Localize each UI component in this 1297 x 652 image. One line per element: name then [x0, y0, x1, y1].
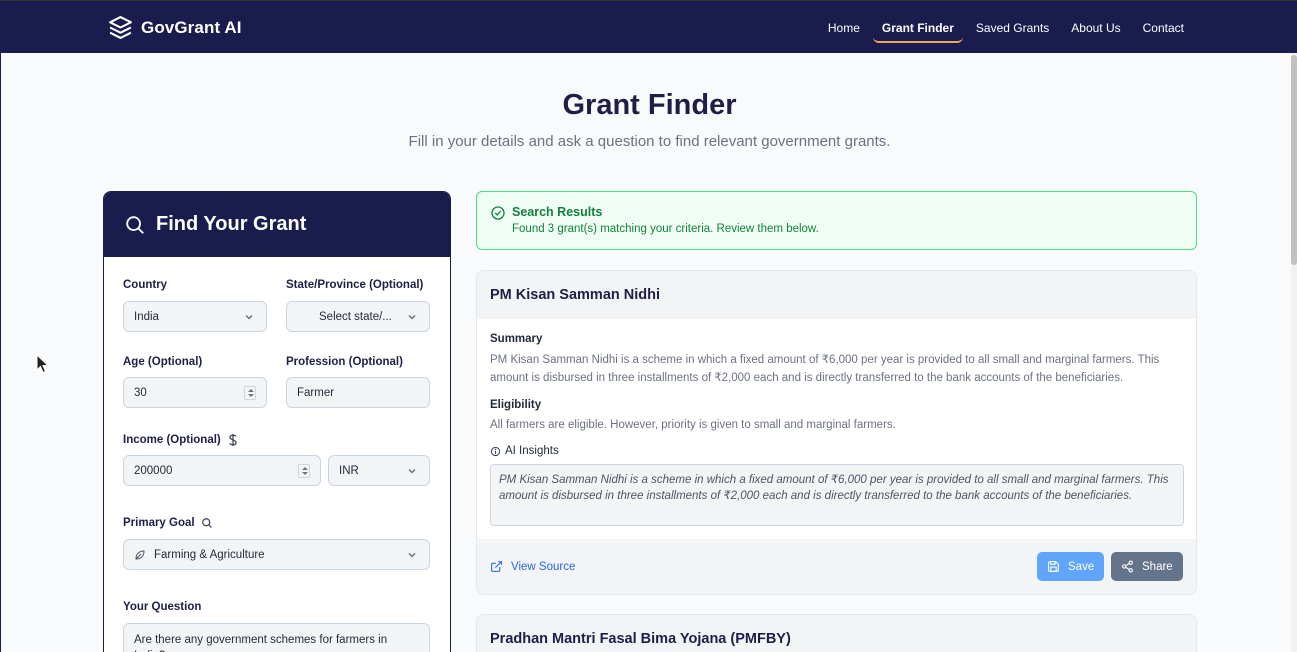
leaf-icon: [135, 549, 145, 560]
age-input[interactable]: 30: [123, 377, 267, 408]
grant-card: PM Kisan Samman Nidhi Summary PM Kisan S…: [476, 270, 1197, 595]
question-label: Your Question: [123, 601, 202, 613]
age-value: 30: [134, 386, 147, 399]
nav-grant-finder[interactable]: Grant Finder: [872, 13, 963, 43]
check-circle-icon: [491, 206, 505, 220]
country-select[interactable]: India: [123, 301, 267, 332]
grant-title: PM Kisan Samman Nidhi: [477, 271, 1196, 319]
income-input[interactable]: 200000: [123, 455, 321, 486]
profession-value: Farmer: [297, 386, 335, 399]
chevron-down-icon: [408, 314, 416, 320]
summary-label: Summary: [490, 333, 543, 345]
question-value: Are there any government schemes for far…: [134, 634, 388, 652]
currency-select[interactable]: INR: [328, 455, 430, 486]
info-icon: [490, 446, 501, 456]
mouse-cursor-icon: [36, 354, 50, 374]
goal-select[interactable]: Farming & Agriculture: [123, 539, 430, 570]
chevron-down-icon: [245, 314, 253, 320]
page-subtitle: Fill in your details and ask a question …: [408, 133, 891, 150]
save-icon: [1048, 561, 1059, 572]
currency-value: INR: [339, 464, 359, 477]
nav-home[interactable]: Home: [819, 13, 869, 43]
view-source-label: View Source: [511, 560, 576, 573]
save-label: Save: [1068, 560, 1095, 573]
income-stepper[interactable]: [298, 464, 310, 478]
results-title: Search Results: [512, 205, 603, 219]
brand-name: GovGrant AI: [141, 17, 242, 37]
goal-value: Farming & Agriculture: [154, 548, 265, 561]
profession-input[interactable]: Farmer: [286, 377, 430, 408]
ai-insights-label-row: AI Insights: [490, 445, 559, 457]
question-textarea[interactable]: Are there any government schemes for far…: [123, 623, 430, 652]
find-grant-form: Find Your Grant Country India State/Prov…: [103, 191, 451, 652]
eligibility-text: All farmers are eligible. However, prior…: [490, 419, 896, 431]
scrollbar-thumb[interactable]: [1291, 55, 1297, 265]
page-title: Grant Finder: [562, 89, 737, 121]
brand[interactable]: GovGrant AI: [108, 15, 242, 40]
state-label: State/Province (Optional): [286, 279, 424, 291]
country-label: Country: [123, 279, 168, 291]
form-title: Find Your Grant: [156, 213, 307, 235]
grant-card: Pradhan Mantri Fasal Bima Yojana (PMFBY): [476, 614, 1197, 652]
view-source-link[interactable]: View Source: [490, 560, 575, 573]
state-value: Select state/...: [319, 310, 392, 323]
nav-about-us[interactable]: About Us: [1062, 13, 1129, 43]
nav-contact[interactable]: Contact: [1134, 13, 1193, 43]
results-message: Found 3 grant(s) matching your criteria.…: [512, 223, 819, 235]
income-value: 200000: [134, 464, 173, 477]
search-icon: [126, 215, 144, 234]
search-results-alert: Search Results Found 3 grant(s) matching…: [476, 191, 1197, 250]
form-header: Find Your Grant: [104, 192, 450, 257]
state-select[interactable]: Select state/...: [286, 301, 430, 332]
goal-label-row: Primary Goal: [123, 517, 213, 529]
age-label: Age (Optional): [123, 356, 203, 368]
search-icon: [201, 518, 212, 528]
ai-insights-text: PM Kisan Samman Nidhi is a scheme in whi…: [490, 464, 1184, 526]
share-button[interactable]: Share: [1111, 552, 1183, 581]
external-link-icon: [491, 561, 502, 572]
dollar-icon: [228, 433, 237, 447]
income-label: Income (Optional): [123, 434, 221, 446]
chevron-down-icon: [408, 468, 416, 474]
goal-label: Primary Goal: [123, 517, 195, 529]
age-stepper[interactable]: [244, 386, 256, 400]
grant-card-footer: View Source Save Share: [477, 539, 1196, 594]
nav-saved-grants[interactable]: Saved Grants: [967, 13, 1058, 43]
eligibility-label: Eligibility: [490, 399, 542, 411]
summary-text: PM Kisan Samman Nidhi is a scheme in whi…: [490, 354, 1160, 384]
save-button[interactable]: Save: [1037, 552, 1104, 581]
country-value: India: [134, 310, 159, 323]
main-nav: Home Grant Finder Saved Grants About Us …: [815, 13, 1193, 43]
share-label: Share: [1142, 560, 1173, 573]
income-label-row: Income (Optional): [123, 433, 239, 447]
chevron-down-icon: [408, 552, 416, 558]
layers-icon: [109, 16, 132, 39]
top-navbar: GovGrant AI Home Grant Finder Saved Gran…: [1, 0, 1297, 53]
share-icon: [1122, 560, 1133, 573]
profession-label: Profession (Optional): [286, 356, 403, 368]
ai-insights-label: AI Insights: [505, 445, 559, 457]
grant-title: Pradhan Mantri Fasal Bima Yojana (PMFBY): [490, 631, 791, 647]
